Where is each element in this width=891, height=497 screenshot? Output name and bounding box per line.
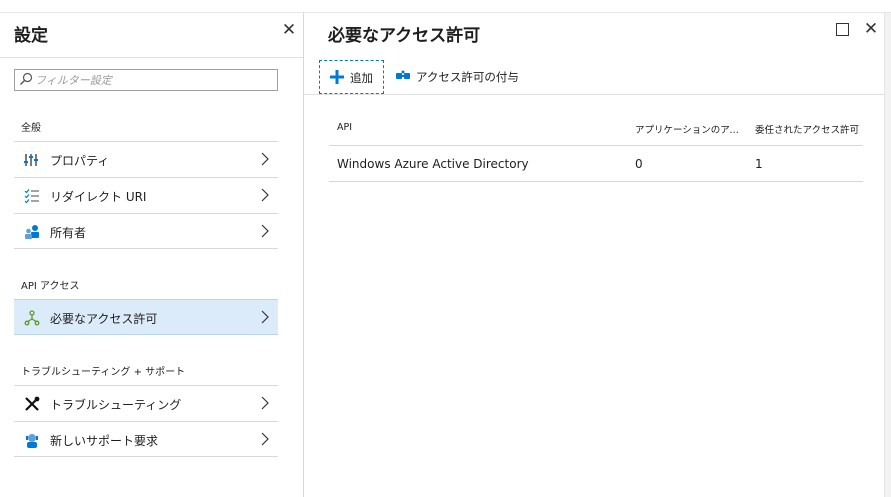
- properties-icon: [24, 154, 38, 166]
- grant-permissions-icon: [396, 70, 410, 79]
- settings-close-button[interactable]: ✕: [280, 21, 298, 39]
- nav-item-label: トラブルシューティング: [50, 398, 182, 412]
- nav-item-label: 新しいサポート要求: [50, 434, 159, 448]
- nav-item-label: リダイレクト URI: [50, 190, 147, 204]
- close-icon: ✕: [863, 19, 879, 39]
- table-row[interactable]: Windows Azure Active Directory 0 1: [329, 146, 863, 182]
- column-header-delegated-permissions[interactable]: 委任されたアクセス許可: [755, 122, 859, 136]
- settings-title: 設定: [14, 26, 48, 46]
- chevron-right-icon: [261, 396, 269, 410]
- blade-close-button[interactable]: ✕: [862, 20, 880, 38]
- command-bar: 追加 アクセス許可の付与: [304, 58, 884, 95]
- chevron-right-icon: [261, 152, 269, 166]
- nav-item-owners[interactable]: 所有者: [14, 213, 278, 249]
- grant-permissions-label: アクセス許可の付与: [416, 70, 519, 84]
- vertical-scrollbar[interactable]: [884, 13, 891, 497]
- section-title-general: 全般: [21, 123, 41, 134]
- add-button-label: 追加: [350, 71, 373, 85]
- chevron-right-icon: [261, 310, 269, 324]
- section-title-api-access: API アクセス: [21, 281, 80, 292]
- settings-blade: 設定 ✕ 全般 プロパティ: [0, 13, 304, 497]
- add-button[interactable]: 追加: [319, 60, 384, 94]
- search-icon: [20, 72, 33, 85]
- column-header-api[interactable]: API: [337, 122, 352, 133]
- nav-item-new-support-request[interactable]: 新しいサポート要求: [14, 421, 278, 457]
- permissions-icon: [24, 310, 40, 326]
- cell-api-name: Windows Azure Active Directory: [337, 157, 529, 171]
- nav-item-required-permissions[interactable]: 必要なアクセス許可: [14, 299, 278, 335]
- required-permissions-header: 必要なアクセス許可 ✕: [304, 13, 884, 57]
- maximize-button[interactable]: [836, 23, 849, 36]
- support-icon: [26, 434, 38, 448]
- required-permissions-title: 必要なアクセス許可: [328, 26, 481, 46]
- owners-icon: [25, 225, 39, 239]
- list-icon: [24, 189, 39, 204]
- tools-icon: [25, 396, 40, 411]
- plus-icon: [330, 70, 344, 84]
- nav-item-redirect-uri[interactable]: リダイレクト URI: [14, 177, 278, 213]
- table-header: API アプリケーションのアクセス許可 委任されたアクセス許可: [329, 113, 863, 146]
- nav-item-troubleshooting[interactable]: トラブルシューティング: [14, 385, 278, 421]
- section-title-troubleshooting-support: トラブルシューティング + サポート: [21, 367, 186, 378]
- required-permissions-blade: 必要なアクセス許可 ✕ 追加 アクセス許可の付与 API アプリケーションのアク…: [304, 13, 884, 497]
- nav-item-properties[interactable]: プロパティ: [14, 141, 278, 177]
- column-header-application-permissions[interactable]: アプリケーションのアクセス許可: [635, 122, 747, 136]
- nav-item-label: 必要なアクセス許可: [50, 312, 158, 326]
- nav-item-label: 所有者: [50, 226, 87, 240]
- chevron-right-icon: [261, 188, 269, 202]
- filter-settings-input[interactable]: [35, 70, 271, 90]
- cell-application-permissions: 0: [635, 157, 643, 171]
- cell-delegated-permissions: 1: [755, 157, 763, 171]
- filter-settings-box[interactable]: [14, 69, 278, 91]
- chevron-right-icon: [261, 224, 269, 238]
- close-icon: ✕: [281, 20, 297, 40]
- settings-blade-header: 設定 ✕: [0, 13, 303, 58]
- chevron-right-icon: [261, 432, 269, 446]
- top-bar: [0, 0, 891, 13]
- nav-item-label: プロパティ: [50, 154, 110, 168]
- grant-permissions-button[interactable]: アクセス許可の付与: [394, 60, 524, 92]
